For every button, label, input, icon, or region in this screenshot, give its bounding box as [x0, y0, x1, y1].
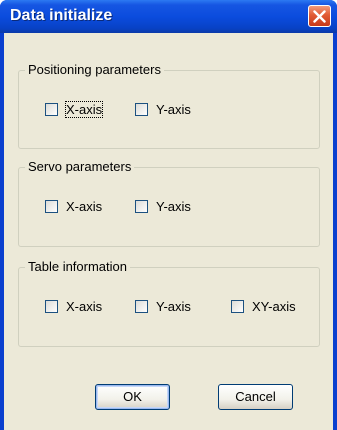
checkbox-box[interactable]	[45, 199, 58, 213]
checkbox-box[interactable]	[135, 299, 148, 313]
checkbox-box[interactable]	[135, 199, 148, 213]
table-information-group: Table information X-axis Y-axis XY-axis	[18, 259, 320, 347]
group-label: Table information	[25, 259, 130, 274]
checkbox-label: X-axis	[64, 100, 104, 118]
checkbox-label: Y-axis	[156, 298, 191, 314]
checkbox-label: XY-axis	[252, 298, 296, 314]
positioning-x-axis-checkbox[interactable]: X-axis	[45, 99, 104, 119]
servo-parameters-group: Servo parameters X-axis Y-axis	[18, 159, 320, 247]
table-xy-axis-checkbox[interactable]: XY-axis	[231, 296, 296, 316]
group-label: Servo parameters	[25, 159, 135, 174]
checkbox-label: X-axis	[66, 298, 103, 314]
checkbox-box[interactable]	[231, 299, 244, 313]
dialog-body: Positioning parameters X-axis Y-axis Ser…	[4, 33, 333, 430]
checkbox-box[interactable]	[45, 102, 58, 116]
title-bar[interactable]: Data initialize	[0, 0, 337, 33]
checkbox-label: Y-axis	[156, 101, 191, 117]
close-icon	[313, 10, 326, 23]
group-label: Positioning parameters	[25, 62, 164, 77]
checkbox-label: X-axis	[66, 198, 103, 214]
positioning-parameters-group: Positioning parameters X-axis Y-axis	[18, 62, 320, 149]
window-title: Data initialize	[10, 7, 113, 24]
checkbox-box[interactable]	[135, 102, 148, 116]
ok-button[interactable]: OK	[95, 384, 170, 410]
close-button[interactable]	[308, 5, 331, 27]
checkbox-box[interactable]	[45, 299, 58, 313]
checkbox-label: Y-axis	[156, 198, 191, 214]
table-x-axis-checkbox[interactable]: X-axis	[45, 296, 102, 316]
positioning-y-axis-checkbox[interactable]: Y-axis	[135, 99, 191, 119]
cancel-button[interactable]: Cancel	[218, 384, 293, 410]
servo-x-axis-checkbox[interactable]: X-axis	[45, 196, 102, 216]
dialog-window: Data initialize Positioning parameters X…	[0, 0, 337, 430]
servo-y-axis-checkbox[interactable]: Y-axis	[135, 196, 191, 216]
table-y-axis-checkbox[interactable]: Y-axis	[135, 296, 191, 316]
